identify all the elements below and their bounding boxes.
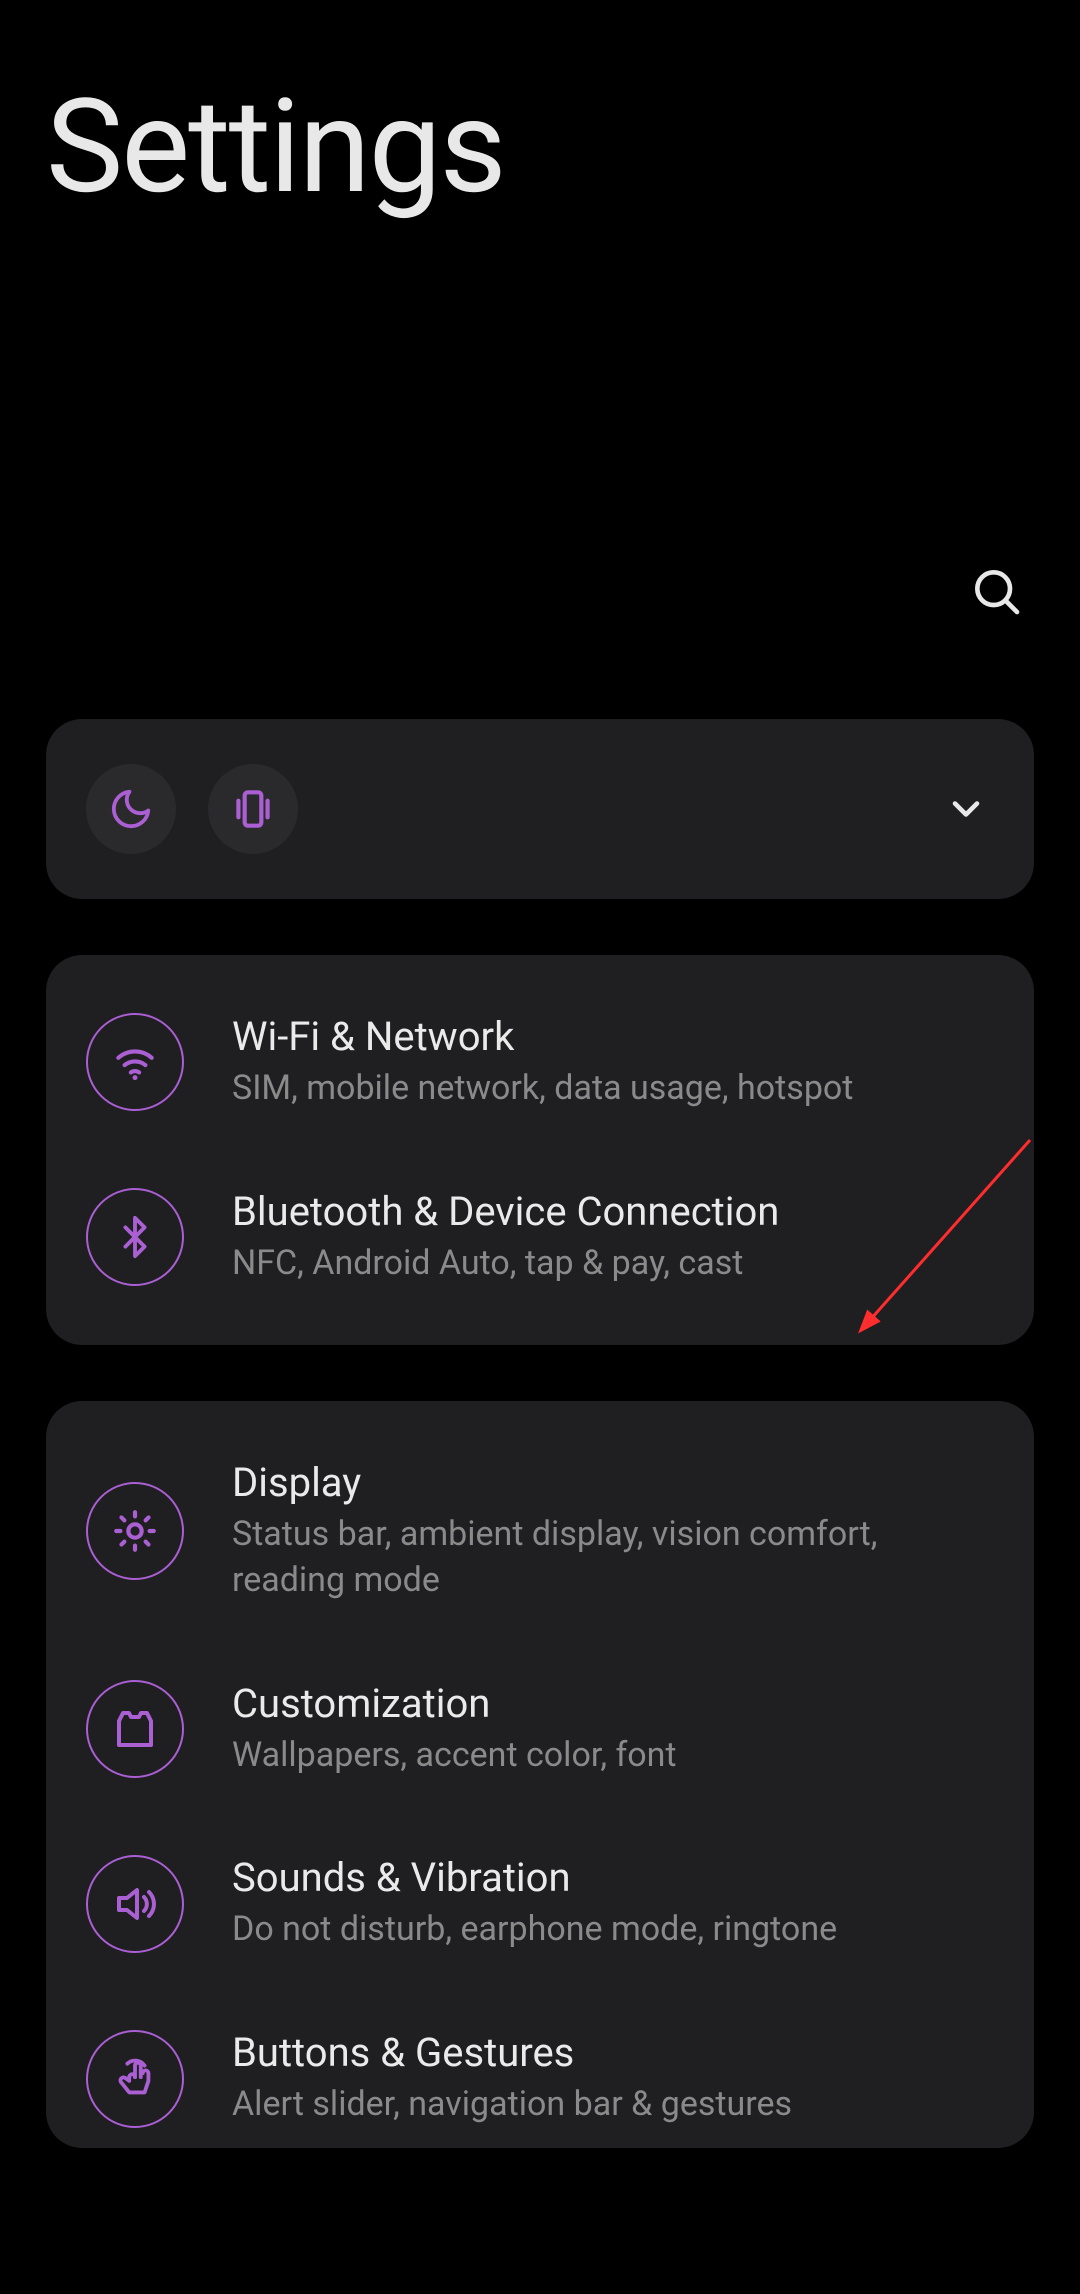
item-subtitle: Alert slider, navigation bar & gestures xyxy=(232,2082,994,2128)
item-subtitle: NFC, Android Auto, tap & pay, cast xyxy=(232,1241,994,1287)
bluetooth-icon-wrap xyxy=(86,1188,184,1286)
item-subtitle: Do not disturb, earphone mode, ringtone xyxy=(232,1907,994,1953)
search-icon xyxy=(968,563,1024,619)
quick-settings-card xyxy=(46,719,1034,899)
customization-icon xyxy=(111,1705,159,1753)
customization-icon-wrap xyxy=(86,1680,184,1778)
gestures-icon-wrap xyxy=(86,2030,184,2128)
page-title: Settings xyxy=(46,70,1034,223)
settings-item-gestures[interactable]: Buttons & Gestures Alert slider, navigat… xyxy=(86,1991,994,2128)
display-icon-wrap xyxy=(86,1482,184,1580)
sound-icon-wrap xyxy=(86,1855,184,1953)
item-title: Sounds & Vibration xyxy=(232,1854,994,1901)
item-title: Display xyxy=(232,1459,994,1506)
settings-group-network: Wi-Fi & Network SIM, mobile network, dat… xyxy=(46,955,1034,1345)
settings-item-sounds[interactable]: Sounds & Vibration Do not disturb, earph… xyxy=(86,1816,994,1991)
night-mode-toggle[interactable] xyxy=(86,764,176,854)
wifi-icon xyxy=(110,1037,160,1087)
item-subtitle: Wallpapers, accent color, font xyxy=(232,1733,994,1779)
item-title: Wi-Fi & Network xyxy=(232,1013,994,1060)
moon-icon xyxy=(108,786,154,832)
vibrate-icon xyxy=(228,784,278,834)
vibrate-toggle[interactable] xyxy=(208,764,298,854)
item-subtitle: SIM, mobile network, data usage, hotspot xyxy=(232,1066,994,1112)
item-title: Buttons & Gestures xyxy=(232,2029,994,2076)
chevron-down-icon xyxy=(944,787,988,831)
sound-icon xyxy=(111,1880,159,1928)
item-title: Customization xyxy=(232,1680,994,1727)
settings-item-wifi[interactable]: Wi-Fi & Network SIM, mobile network, dat… xyxy=(86,975,994,1150)
wifi-icon-wrap xyxy=(86,1013,184,1111)
display-icon xyxy=(110,1506,160,1556)
settings-item-customization[interactable]: Customization Wallpapers, accent color, … xyxy=(86,1642,994,1817)
settings-group-system: Display Status bar, ambient display, vis… xyxy=(46,1401,1034,2148)
settings-item-display[interactable]: Display Status bar, ambient display, vis… xyxy=(86,1421,994,1642)
search-button[interactable] xyxy=(968,563,1024,619)
quick-settings-expand[interactable] xyxy=(944,787,994,831)
bluetooth-icon xyxy=(112,1214,158,1260)
item-title: Bluetooth & Device Connection xyxy=(232,1188,994,1235)
settings-item-bluetooth[interactable]: Bluetooth & Device Connection NFC, Andro… xyxy=(86,1150,994,1325)
gestures-icon xyxy=(112,2056,158,2102)
item-subtitle: Status bar, ambient display, vision comf… xyxy=(232,1512,994,1604)
